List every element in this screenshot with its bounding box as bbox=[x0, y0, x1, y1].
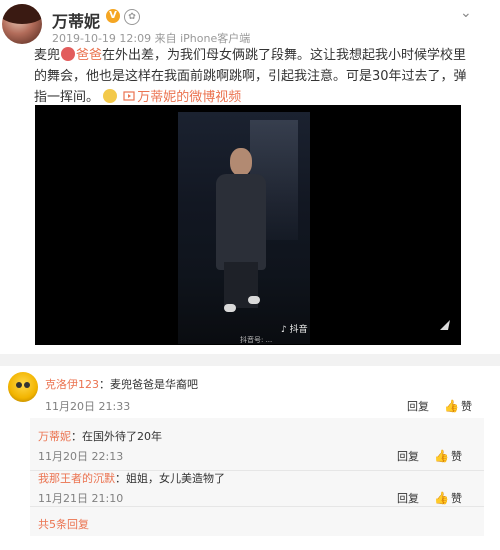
author-avatar[interactable] bbox=[2, 4, 42, 44]
douyin-id: 抖音号: ... bbox=[240, 336, 273, 344]
thumbs-up-icon: 👍 bbox=[434, 491, 449, 505]
like-label: 赞 bbox=[450, 492, 462, 505]
like-button[interactable]: 👍 赞 bbox=[444, 398, 472, 414]
section-divider bbox=[0, 354, 500, 366]
comment-time: 11月20日 21:33 bbox=[45, 400, 131, 413]
reply-line: 万蒂妮：在国外待了20年 bbox=[38, 430, 162, 443]
thumbs-up-icon: 👍 bbox=[444, 399, 459, 413]
author-name[interactable]: 万蒂妮 bbox=[52, 8, 100, 32]
fullscreen-icon[interactable] bbox=[438, 318, 452, 332]
medal-badge-icon[interactable]: ✿ bbox=[124, 9, 140, 25]
video-link-icon bbox=[123, 91, 135, 101]
reply-button[interactable]: 回复 bbox=[397, 448, 419, 464]
reply-time: 11月21日 21:10 bbox=[38, 492, 124, 505]
video-link[interactable]: 万蒂妮的微博视频 bbox=[137, 90, 241, 105]
mention-link[interactable]: 爸爸 bbox=[76, 48, 102, 63]
comment-text: 麦兜爸爸是华裔吧 bbox=[110, 378, 198, 391]
commenter-avatar[interactable] bbox=[8, 372, 38, 402]
video-frame[interactable] bbox=[178, 112, 310, 344]
reply-author[interactable]: 我那王者的沉默 bbox=[38, 472, 115, 485]
reply-text: 姐姐，女儿美造物了 bbox=[126, 472, 225, 485]
post-meta: 2019-10-19 12:09 来自 iPhone客户端 bbox=[52, 32, 251, 45]
comment-author[interactable]: 克洛伊123 bbox=[45, 378, 99, 391]
like-button[interactable]: 👍 赞 bbox=[434, 490, 462, 506]
like-label: 赞 bbox=[460, 400, 472, 413]
reply-line: 我那王者的沉默：姐姐，女儿美造物了 bbox=[38, 472, 225, 485]
douyin-watermark: ♪ 抖音 bbox=[281, 325, 308, 335]
cat-emoji-icon bbox=[61, 47, 76, 61]
thumbs-up-icon: 👍 bbox=[434, 449, 449, 463]
post-text-start: 麦兜 bbox=[34, 48, 61, 63]
post-text: 麦兜 爸爸在外出差，为我们母女俩跳了段舞。这让我想起我小时候学校里的舞会，他也是这… bbox=[34, 45, 474, 108]
emoji-icon bbox=[103, 89, 118, 103]
verified-badge-icon: V bbox=[106, 9, 120, 23]
reply-button[interactable]: 回复 bbox=[397, 490, 419, 506]
reply-time: 11月20日 22:13 bbox=[38, 450, 124, 463]
like-button[interactable]: 👍 赞 bbox=[434, 448, 462, 464]
reply-text: 在国外待了20年 bbox=[82, 430, 162, 443]
comment-line: 克洛伊123：麦兜爸爸是华裔吧 bbox=[45, 378, 198, 391]
chevron-down-icon[interactable]: ⌄ bbox=[460, 6, 480, 20]
reply-author[interactable]: 万蒂妮 bbox=[38, 430, 71, 443]
douyin-label: 抖音 bbox=[289, 325, 308, 335]
reply-button[interactable]: 回复 bbox=[407, 398, 429, 414]
more-replies-link[interactable]: 共5条回复 bbox=[38, 516, 89, 532]
like-label: 赞 bbox=[450, 450, 462, 463]
